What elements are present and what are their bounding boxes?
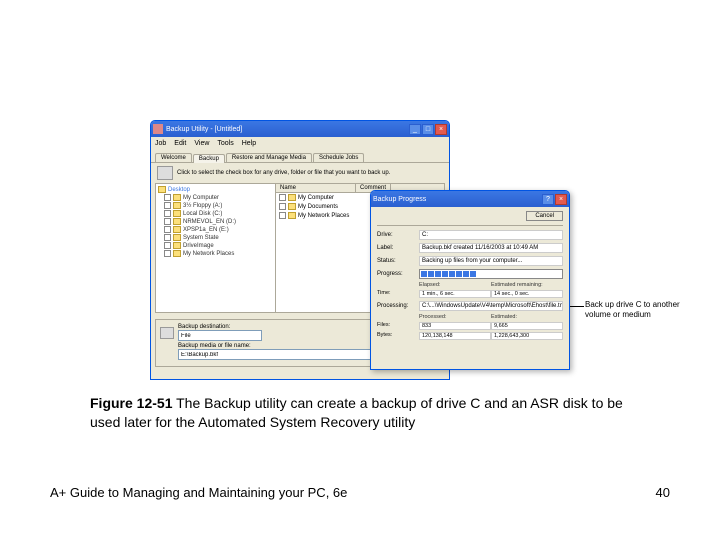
time-elapsed: 1 min., 6 sec. — [419, 290, 491, 298]
menu-tools[interactable]: Tools — [217, 140, 233, 147]
dest-combo[interactable] — [178, 330, 262, 341]
files-estimated: 9,665 — [491, 322, 563, 330]
tree-root[interactable]: Desktop — [158, 186, 273, 194]
main-titlebar[interactable]: Backup Utility - [Untitled] _ □ × — [151, 121, 449, 137]
instruction-text: Click to select the check box for any dr… — [177, 170, 390, 176]
drive-label: Drive: — [377, 232, 419, 238]
tree-item[interactable]: 3½ Floppy (A:) — [158, 202, 273, 210]
slide-footer: A+ Guide to Managing and Maintaining you… — [50, 485, 670, 500]
backup-progress-dialog: Backup Progress ? × Cancel Drive:C: Labe… — [370, 190, 570, 370]
bytes-estimated: 1,228,643,300 — [491, 332, 563, 340]
maximize-button[interactable]: □ — [422, 124, 434, 135]
header-estimated: Estimated: — [491, 314, 563, 320]
instruction-row: Click to select the check box for any dr… — [151, 163, 449, 183]
footer-left: A+ Guide to Managing and Maintaining you… — [50, 485, 347, 500]
tree-item[interactable]: My Computer — [158, 194, 273, 202]
tree-item[interactable]: System State — [158, 234, 273, 242]
tab-backup[interactable]: Backup — [193, 154, 225, 163]
annotation-line — [570, 306, 584, 307]
tree-pane[interactable]: Desktop My Computer 3½ Floppy (A:) Local… — [156, 184, 276, 312]
menubar: Job Edit View Tools Help — [151, 137, 449, 149]
time-label: Time: — [377, 290, 419, 298]
screenshot-area: Backup Utility - [Untitled] _ □ × Job Ed… — [150, 120, 640, 380]
tab-welcome[interactable]: Welcome — [155, 153, 192, 162]
tree-item[interactable]: XPSP1a_EN (E:) — [158, 226, 273, 234]
main-title: Backup Utility - [Untitled] — [166, 126, 409, 133]
cancel-button[interactable]: Cancel — [526, 211, 563, 221]
tabbar: Welcome Backup Restore and Manage Media … — [151, 149, 449, 163]
tab-schedule[interactable]: Schedule Jobs — [313, 153, 364, 162]
header-processed: Processed: — [419, 314, 491, 320]
label-label: Label: — [377, 245, 419, 251]
progress-titlebar[interactable]: Backup Progress ? × — [371, 191, 569, 207]
minimize-button[interactable]: _ — [409, 124, 421, 135]
time-remaining: 14 sec., 0 sec. — [491, 290, 563, 298]
annotation-text: Back up drive C to another volume or med… — [585, 300, 680, 319]
menu-edit[interactable]: Edit — [174, 140, 186, 147]
menu-view[interactable]: View — [194, 140, 209, 147]
tree-item[interactable]: NRMEVOL_EN (D:) — [158, 218, 273, 226]
help-button[interactable]: ? — [542, 194, 554, 205]
tree-item[interactable]: DriveImage — [158, 242, 273, 250]
menu-help[interactable]: Help — [242, 140, 256, 147]
footer-page: 40 — [656, 485, 670, 500]
progress-bar — [419, 269, 563, 279]
col-name[interactable]: Name — [276, 184, 356, 192]
bytes-label: Bytes: — [377, 332, 419, 340]
drive-icon — [157, 166, 173, 180]
tree-item[interactable]: My Network Places — [158, 250, 273, 258]
tab-restore[interactable]: Restore and Manage Media — [226, 153, 312, 162]
header-elapsed: Elapsed: — [419, 282, 491, 288]
close-button[interactable]: × — [435, 124, 447, 135]
progress-close-button[interactable]: × — [555, 194, 567, 205]
tree-item[interactable]: Local Disk (C:) — [158, 210, 273, 218]
files-processed: 833 — [419, 322, 491, 330]
processing-value: C:\...\WindowsUpdate\V4\temp\Microsoft\E… — [419, 301, 563, 311]
label-value: Backup.bkf created 11/16/2003 at 10:49 A… — [419, 243, 563, 253]
bytes-processed: 120,138,148 — [419, 332, 491, 340]
header-remaining: Estimated remaining: — [491, 282, 563, 288]
menu-job[interactable]: Job — [155, 140, 166, 147]
status-value: Backing up files from your computer... — [419, 256, 563, 266]
processing-label: Processing: — [377, 303, 419, 309]
dest-icon — [160, 327, 174, 339]
figure-caption: Figure 12-51 The Backup utility can crea… — [90, 394, 640, 432]
figure-number: Figure 12-51 — [90, 395, 172, 411]
progress-title: Backup Progress — [373, 196, 542, 203]
app-icon — [153, 124, 163, 134]
files-label: Files: — [377, 322, 419, 330]
progress-label: Progress: — [377, 271, 419, 277]
status-label: Status: — [377, 258, 419, 264]
drive-value: C: — [419, 230, 563, 240]
